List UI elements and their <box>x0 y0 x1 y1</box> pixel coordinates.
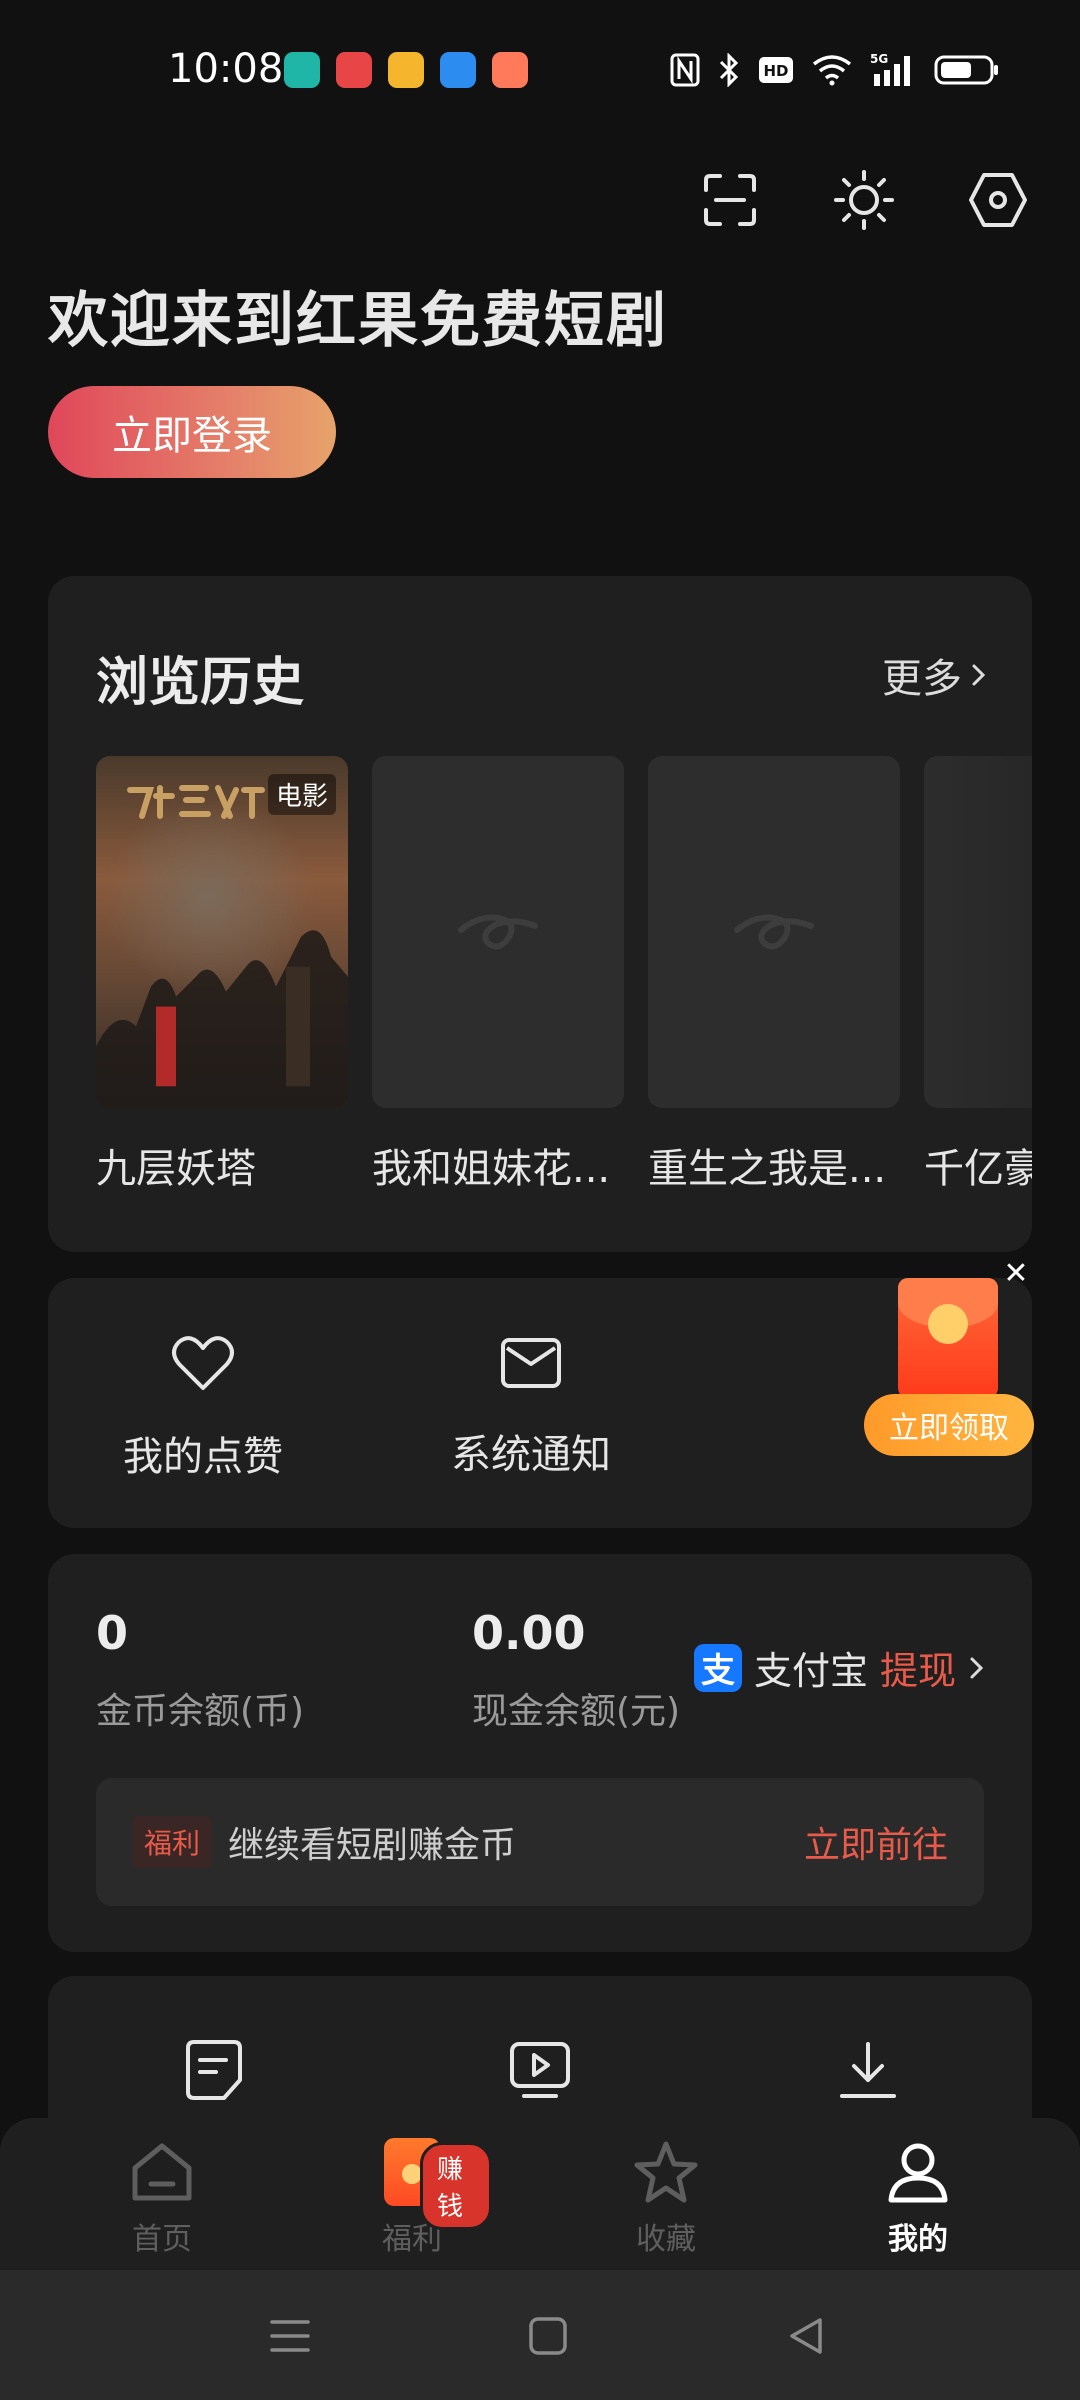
history-item[interactable]: 我和姐妹花... <box>372 756 624 1194</box>
poster-art <box>96 930 348 1108</box>
app-icon-4 <box>440 52 476 88</box>
poster-placeholder <box>372 756 624 1108</box>
history-list: 电影 九层妖塔 我和姐妹花... 重生之我是... 千亿豪 <box>96 756 1032 1216</box>
my-likes-button[interactable]: 我的点赞 <box>88 1334 318 1482</box>
svg-text:5G: 5G <box>870 52 888 66</box>
withdraw-label: 提现 <box>879 1649 956 1693</box>
system-notice-label: 系统通知 <box>451 1432 611 1478</box>
claim-button[interactable]: 立即领取 <box>864 1394 1034 1456</box>
sun-icon <box>834 170 894 230</box>
history-item-title: 重生之我是... <box>648 1146 887 1192</box>
red-envelope-icon <box>898 1278 998 1398</box>
coin-balance-label: 金币余额(币) <box>96 1691 305 1732</box>
tab-profile[interactable]: 我的 <box>838 2138 998 2258</box>
status-app-icons <box>284 52 528 88</box>
red-packet-float[interactable]: ✕ 立即领取 <box>852 1258 1042 1458</box>
history-item[interactable]: 千亿豪 <box>924 756 1032 1194</box>
earn-badge: 赚钱 <box>420 2142 492 2230</box>
user-icon <box>888 2143 948 2203</box>
note-icon <box>186 2040 242 2100</box>
wifi-icon <box>812 52 852 88</box>
alipay-label: 支付宝 <box>753 1649 868 1693</box>
note-button[interactable] <box>174 2030 254 2110</box>
status-bar: 10:08 HD 5G <box>0 0 1080 140</box>
nav-menu-button[interactable] <box>262 2308 318 2364</box>
svg-text:HD: HD <box>763 62 788 80</box>
history-item-title: 九层妖塔 <box>96 1146 256 1192</box>
nav-back-button[interactable] <box>778 2308 834 2364</box>
top-actions <box>698 168 1030 232</box>
cellular-signal-icon: 5G <box>870 52 916 88</box>
app-icon-1 <box>284 52 320 88</box>
tab-welfare[interactable]: 福利 赚钱 <box>332 2138 492 2258</box>
mail-icon <box>501 1338 561 1388</box>
video-button[interactable] <box>500 2030 580 2110</box>
poster-placeholder <box>924 756 1032 1108</box>
tab-home[interactable]: 首页 <box>82 2138 242 2258</box>
alipay-icon: 支 <box>693 1643 742 1692</box>
history-item-title: 我和姐妹花... <box>372 1146 611 1192</box>
bluetooth-icon <box>718 52 740 88</box>
history-more-label: 更多 <box>882 656 962 702</box>
system-notice-button[interactable]: 系统通知 <box>416 1334 646 1480</box>
balance-card: 0 金币余额(币) 0.00 现金余额(元) 支 支付宝 提现 福利 继续看短剧赚… <box>48 1554 1032 1952</box>
nfc-icon <box>670 52 700 88</box>
video-play-icon <box>510 2042 570 2098</box>
poster-tag: 电影 <box>267 774 336 815</box>
welcome-title: 欢迎来到红果免费短剧 <box>48 286 668 356</box>
brightness-button[interactable] <box>832 168 896 232</box>
app-icon-2 <box>336 52 372 88</box>
weibo-icon <box>388 52 424 88</box>
history-item-title: 千亿豪 <box>924 1146 1032 1192</box>
tab-favorites-label: 收藏 <box>636 2222 696 2257</box>
cash-balance-label: 现金余额(元) <box>472 1691 681 1732</box>
battery-icon <box>934 52 1000 88</box>
bottom-tab-bar: 首页 福利 赚钱 收藏 我的 <box>0 2118 1080 2270</box>
history-card: 浏览历史 更多 电影 九层妖塔 我和姐妹花... 重生之我是... 千亿豪 <box>48 576 1032 1252</box>
login-button[interactable]: 立即登录 <box>48 386 336 478</box>
status-time: 10:08 <box>168 46 284 92</box>
tab-favorites[interactable]: 收藏 <box>586 2138 746 2258</box>
welfare-go-button[interactable]: 立即前往 <box>804 1816 948 1868</box>
chevron-right-icon <box>970 1657 984 1678</box>
heart-icon <box>172 1336 234 1390</box>
system-nav-bar <box>0 2270 1080 2400</box>
history-item[interactable]: 电影 九层妖塔 <box>96 756 348 1194</box>
placeholder-logo-icon <box>734 914 814 950</box>
tab-profile-label: 我的 <box>888 2222 948 2257</box>
close-icon[interactable]: ✕ <box>1000 1258 1032 1290</box>
history-title: 浏览历史 <box>96 653 305 713</box>
welfare-text: 继续看短剧赚金币 <box>228 1825 517 1866</box>
download-icon <box>840 2042 896 2098</box>
scan-icon <box>704 174 756 226</box>
download-button[interactable] <box>828 2030 908 2110</box>
welfare-banner[interactable]: 福利 继续看短剧赚金币 立即前往 <box>96 1778 984 1906</box>
alipay-withdraw-button[interactable]: 支 支付宝 提现 <box>693 1640 986 1695</box>
poster-placeholder <box>648 756 900 1108</box>
poster-image: 电影 <box>96 756 348 1108</box>
history-more-button[interactable]: 更多 <box>882 646 988 704</box>
back-triangle-icon <box>790 2318 822 2354</box>
settings-hex-icon <box>969 173 1027 227</box>
menu-icon <box>270 2320 310 2352</box>
nav-home-button[interactable] <box>520 2308 576 2364</box>
coin-balance-value: 0 <box>96 1606 129 1660</box>
hd-icon: HD <box>758 52 794 88</box>
tab-home-label: 首页 <box>132 2222 192 2257</box>
cash-balance-value: 0.00 <box>472 1606 586 1660</box>
history-item[interactable]: 重生之我是... <box>648 756 900 1194</box>
star-icon <box>634 2141 698 2203</box>
welfare-tag: 福利 <box>132 1816 213 1868</box>
chevron-right-icon <box>972 664 986 686</box>
scan-button[interactable] <box>698 168 762 232</box>
my-likes-label: 我的点赞 <box>123 1434 283 1480</box>
placeholder-logo-icon <box>458 914 538 950</box>
status-system-icons: HD 5G <box>670 52 1000 88</box>
game-icon <box>492 52 528 88</box>
settings-button[interactable] <box>966 168 1030 232</box>
home-icon <box>132 2143 192 2201</box>
square-icon <box>529 2317 567 2355</box>
poster-title-art <box>127 785 265 819</box>
